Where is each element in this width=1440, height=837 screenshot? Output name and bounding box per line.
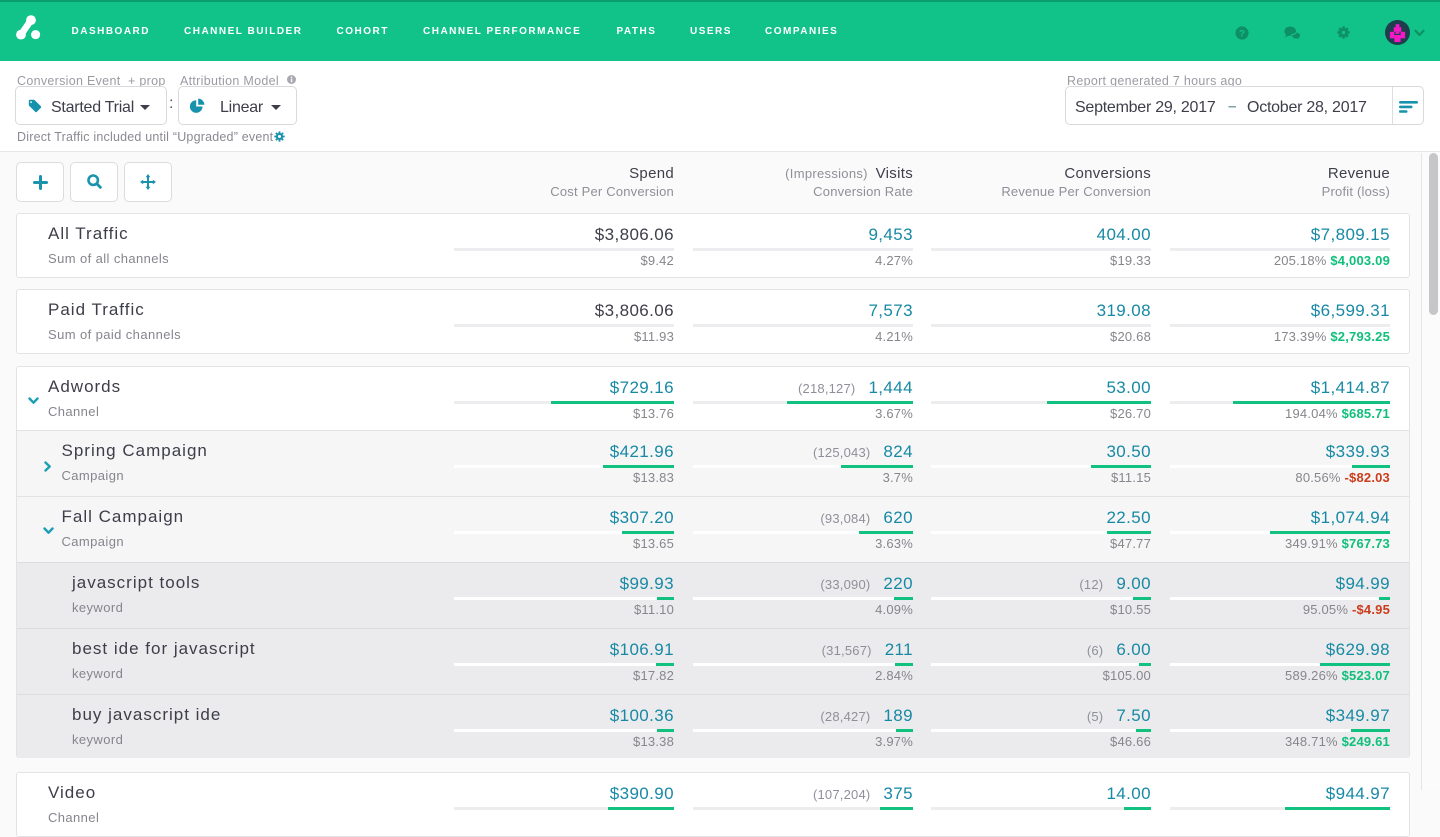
svg-text:?: ? [1239, 28, 1245, 39]
